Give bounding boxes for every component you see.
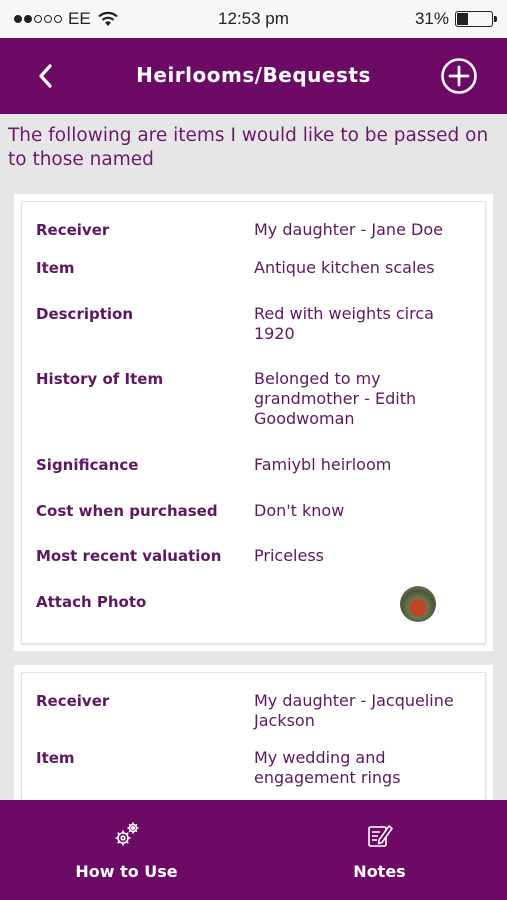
row-value bbox=[254, 586, 471, 632]
nav-notes[interactable]: Notes bbox=[253, 800, 506, 900]
row-label: Item bbox=[36, 259, 75, 277]
card-row-item: Item Antique kitchen scales bbox=[22, 258, 485, 304]
add-item-button[interactable] bbox=[440, 57, 478, 95]
page-title: Heirlooms/Bequests bbox=[136, 63, 371, 87]
row-value: My wedding and engagement rings bbox=[254, 748, 401, 787]
row-label: Item bbox=[36, 749, 75, 767]
status-right: 31% bbox=[414, 9, 497, 29]
row-value: Belonged to my grandmother - Edith Goodw… bbox=[254, 369, 417, 428]
intro-text: The following are items I would like to … bbox=[8, 125, 489, 170]
row-label: Attach Photo bbox=[36, 593, 147, 611]
battery-percent: 31% bbox=[414, 9, 449, 28]
status-bar: EE 12:53 pm 31% bbox=[0, 0, 507, 38]
row-value: Priceless bbox=[254, 546, 324, 565]
attached-photo-thumbnail[interactable] bbox=[400, 586, 436, 622]
card-row-item: Item My wedding and engagement rings bbox=[22, 748, 485, 800]
nav-label: Notes bbox=[353, 862, 406, 881]
bottom-nav: How to Use Notes bbox=[0, 800, 507, 900]
row-label: Cost when purchased bbox=[36, 502, 218, 520]
card-row-description: Description Red with weights circa 1920 bbox=[22, 304, 485, 369]
row-value: Red with weights circa 1920 bbox=[254, 304, 434, 343]
card-row-receiver: Receiver My daughter - Jane Doe bbox=[22, 212, 485, 258]
gears-icon bbox=[115, 822, 139, 846]
bequest-card: Receiver My daughter - Jacqueline Jackso… bbox=[14, 665, 493, 800]
row-value: Antique kitchen scales bbox=[254, 258, 435, 277]
card-row-significance: Significance Famiybl heirloom bbox=[22, 455, 485, 501]
row-label: History of Item bbox=[36, 370, 164, 388]
card-row-receiver: Receiver My daughter - Jacqueline Jackso… bbox=[22, 683, 485, 748]
app-header: Heirlooms/Bequests bbox=[0, 38, 507, 114]
row-value: Don't know bbox=[254, 501, 345, 520]
row-label: Receiver bbox=[36, 692, 110, 710]
battery-level bbox=[457, 13, 469, 25]
card-row-cost: Cost when purchased Don't know bbox=[22, 501, 485, 546]
notes-edit-icon bbox=[368, 825, 393, 847]
bequest-card-inner[interactable]: Receiver My daughter - Jacqueline Jackso… bbox=[21, 672, 486, 800]
card-row-history: History of Item Belonged to my grandmoth… bbox=[22, 369, 485, 455]
row-label: Significance bbox=[36, 456, 139, 474]
nav-how-to-use[interactable]: How to Use bbox=[0, 800, 253, 900]
row-label: Description bbox=[36, 305, 134, 323]
row-value: My daughter - Jane Doe bbox=[254, 220, 443, 239]
row-value: Famiybl heirloom bbox=[254, 455, 392, 474]
card-row-attach-photo: Attach Photo bbox=[22, 586, 485, 632]
bequest-card: Receiver My daughter - Jane Doe Item Ant… bbox=[14, 194, 493, 651]
row-label: Most recent valuation bbox=[36, 547, 222, 565]
row-label: Receiver bbox=[36, 221, 110, 239]
nav-label: How to Use bbox=[75, 862, 178, 881]
bequest-card-inner[interactable]: Receiver My daughter - Jane Doe Item Ant… bbox=[21, 201, 486, 644]
battery-icon bbox=[455, 11, 497, 27]
row-value: My daughter - Jacqueline Jackson bbox=[254, 691, 454, 730]
